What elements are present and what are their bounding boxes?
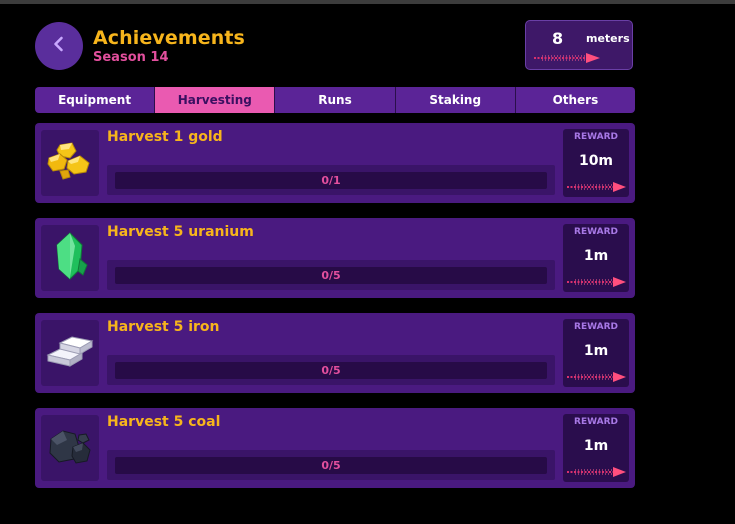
page-title: Achievements <box>93 27 245 49</box>
speed-trail-icon <box>567 467 626 477</box>
gold-nugget-icon <box>46 141 94 185</box>
achievement-icon-frame <box>41 320 99 386</box>
reward-box: REWARD 1m <box>563 224 629 292</box>
iron-ingot-icon <box>46 333 94 373</box>
achievement-title: Harvest 5 uranium <box>107 224 254 240</box>
achievement-title: Harvest 5 iron <box>107 319 220 335</box>
reward-value: 1m <box>583 438 609 454</box>
reward-label: REWARD <box>574 417 618 427</box>
achievement-icon-frame <box>41 225 99 291</box>
progress-track: 0/5 <box>107 260 555 290</box>
window-top-border <box>0 0 735 4</box>
reward-label: REWARD <box>574 322 618 332</box>
tab-harvesting[interactable]: Harvesting <box>155 87 276 113</box>
tab-equipment[interactable]: Equipment <box>35 87 156 113</box>
reward-box: REWARD 1m <box>563 414 629 482</box>
speed-trail-icon <box>567 182 626 192</box>
progress-text: 0/5 <box>321 364 341 377</box>
meters-value: 8 <box>552 29 564 48</box>
progress-text: 0/1 <box>321 174 341 187</box>
speed-trail-icon <box>567 277 626 287</box>
achievement-card: Harvest 1 gold 0/1 REWARD 10m <box>35 123 635 203</box>
reward-value: 1m <box>583 343 609 359</box>
achievement-icon-frame <box>41 415 99 481</box>
coal-lump-icon <box>47 425 93 471</box>
reward-label: REWARD <box>574 227 618 237</box>
achievement-title: Harvest 5 coal <box>107 414 221 430</box>
speed-trail-icon <box>567 372 626 382</box>
achievement-card: Harvest 5 coal 0/5 REWARD 1m <box>35 408 635 488</box>
speed-trail-icon <box>534 53 600 63</box>
tab-staking[interactable]: Staking <box>395 87 516 113</box>
uranium-crystal-icon <box>50 231 90 285</box>
achievement-card: Harvest 5 uranium 0/5 REWARD 1m <box>35 218 635 298</box>
category-tabs: Equipment Harvesting Runs Staking Others <box>35 87 636 113</box>
chevron-left-icon <box>50 35 68 57</box>
achievement-card: Harvest 5 iron 0/5 REWARD 1m <box>35 313 635 393</box>
season-label: Season 14 <box>93 50 169 65</box>
reward-value: 1m <box>583 248 609 264</box>
meters-counter: 8 meters <box>525 20 633 70</box>
back-button[interactable] <box>35 22 83 70</box>
reward-box: REWARD 1m <box>563 319 629 387</box>
achievement-title: Harvest 1 gold <box>107 129 223 145</box>
tab-others[interactable]: Others <box>515 87 636 113</box>
tab-runs[interactable]: Runs <box>275 87 396 113</box>
progress-text: 0/5 <box>321 269 341 282</box>
reward-label: REWARD <box>574 132 618 142</box>
achievement-icon-frame <box>41 130 99 196</box>
progress-text: 0/5 <box>321 459 341 472</box>
progress-track: 0/1 <box>107 165 555 195</box>
reward-value: 10m <box>578 153 614 169</box>
progress-track: 0/5 <box>107 355 555 385</box>
reward-box: REWARD 10m <box>563 129 629 197</box>
meters-label: meters <box>586 32 630 45</box>
progress-track: 0/5 <box>107 450 555 480</box>
